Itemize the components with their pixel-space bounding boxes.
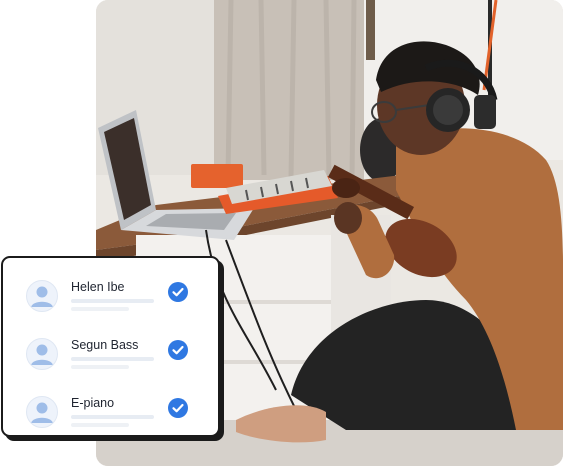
- user-avatar-icon: [26, 396, 58, 428]
- placeholder-line: [71, 299, 154, 303]
- participant-name: Segun Bass: [71, 338, 139, 352]
- checkmark-icon[interactable]: [168, 282, 188, 302]
- participants-card: Helen Ibe Segun Bass E-piano: [1, 256, 220, 437]
- placeholder-line: [71, 365, 129, 369]
- list-item[interactable]: E-piano: [3, 390, 218, 434]
- list-item[interactable]: Helen Ibe: [3, 274, 218, 318]
- checkmark-icon[interactable]: [168, 340, 188, 360]
- placeholder-line: [71, 357, 154, 361]
- placeholder-line: [71, 307, 129, 311]
- placeholder-line: [71, 415, 154, 419]
- user-avatar-icon: [26, 280, 58, 312]
- checkmark-icon[interactable]: [168, 398, 188, 418]
- placeholder-line: [71, 423, 129, 427]
- participant-name: Helen Ibe: [71, 280, 125, 294]
- participant-name: E-piano: [71, 396, 115, 410]
- user-avatar-icon: [26, 338, 58, 370]
- list-item[interactable]: Segun Bass: [3, 332, 218, 376]
